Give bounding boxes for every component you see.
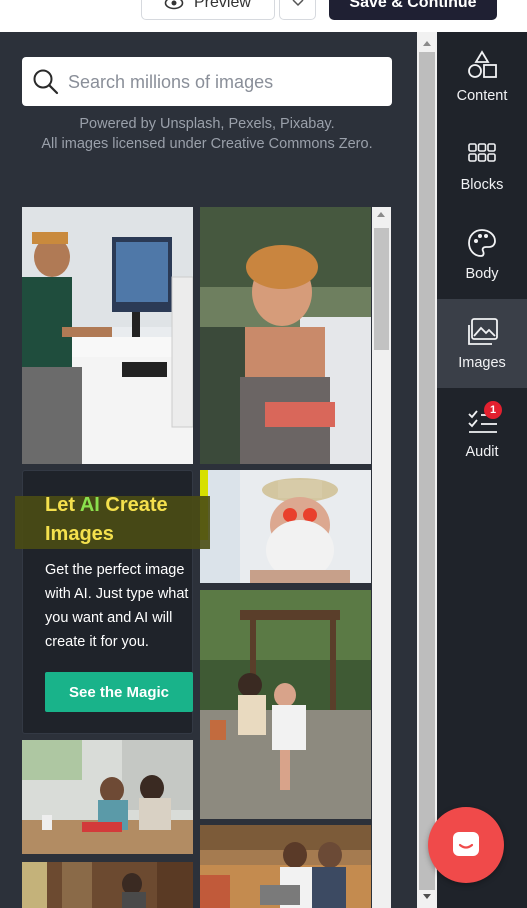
- image-thumbnail: [200, 825, 371, 908]
- scroll-up-arrow-icon[interactable]: [377, 212, 385, 217]
- search-input[interactable]: [66, 65, 386, 99]
- sidebar-label-blocks: Blocks: [460, 177, 504, 193]
- scroll-down-arrow-icon[interactable]: [423, 894, 431, 899]
- panel-scrollbar-thumb[interactable]: [419, 52, 435, 890]
- image-thumbnail: [22, 862, 193, 908]
- preview-button[interactable]: Preview: [141, 0, 275, 20]
- audit-count-badge: 1: [484, 401, 502, 419]
- image-result-3[interactable]: [200, 470, 371, 583]
- chevron-down-icon: [291, 0, 304, 7]
- image-thumbnail: [22, 207, 193, 464]
- sidebar-item-images[interactable]: Images: [437, 299, 527, 388]
- chat-icon: [453, 832, 479, 856]
- preview-options-button[interactable]: [279, 0, 316, 20]
- image-thumbnail: [22, 740, 193, 854]
- image-result-6[interactable]: [200, 825, 371, 908]
- results-scrollbar-thumb[interactable]: [374, 228, 389, 350]
- image-result-2[interactable]: [200, 207, 371, 464]
- scroll-up-arrow-icon[interactable]: [423, 41, 431, 46]
- image-result-5[interactable]: [22, 740, 193, 854]
- image-thumbnail: [200, 590, 371, 819]
- image-thumbnail: [200, 207, 371, 464]
- sidebar-label-audit: Audit: [465, 444, 499, 460]
- palette-icon: [468, 229, 496, 257]
- eye-icon: [164, 0, 184, 10]
- promo-title-part1: Let: [45, 494, 75, 516]
- powered-by-line2: All images licensed under Creative Commo…: [41, 136, 373, 152]
- save-continue-button[interactable]: Save & Continue: [329, 0, 497, 20]
- image-result-4[interactable]: [200, 590, 371, 819]
- sidebar-item-audit[interactable]: 1 Audit: [437, 388, 527, 477]
- blocks-grid-icon: [468, 143, 496, 162]
- powered-by-line1: Powered by Unsplash, Pexels, Pixabay.: [79, 116, 335, 132]
- sidebar-item-body[interactable]: Body: [437, 210, 527, 299]
- see-the-magic-button[interactable]: See the Magic: [45, 672, 193, 712]
- image-thumbnail: [200, 470, 371, 583]
- image-result-1[interactable]: [22, 207, 193, 464]
- image-result-7[interactable]: [22, 862, 193, 908]
- preview-label: Preview: [194, 0, 251, 11]
- sidebar-label-content: Content: [456, 88, 508, 104]
- powered-by-text: Powered by Unsplash, Pexels, Pixabay. Al…: [0, 114, 414, 154]
- chat-launcher-button[interactable]: [428, 807, 504, 883]
- promo-title-ai: AI: [79, 494, 100, 516]
- sidebar-label-images: Images: [458, 355, 506, 371]
- sidebar-item-content[interactable]: Content: [437, 32, 527, 121]
- promo-title: Let AI Create Images: [45, 491, 195, 549]
- results-scrollbar[interactable]: [372, 207, 391, 908]
- images-icon: [468, 318, 498, 345]
- panel-scrollbar[interactable]: [417, 32, 437, 908]
- images-panel: Powered by Unsplash, Pexels, Pixabay. Al…: [0, 32, 417, 908]
- search-icon: [33, 69, 59, 95]
- sidebar-item-blocks[interactable]: Blocks: [437, 121, 527, 210]
- right-sidebar: Content Blocks Body Images 1 Audit: [437, 32, 527, 908]
- top-toolbar: Preview Save & Continue: [0, 0, 527, 32]
- sidebar-label-body: Body: [465, 266, 499, 282]
- search-box: [22, 57, 392, 106]
- shapes-icon: [468, 50, 497, 78]
- ai-promo-card: Let AI Create Images Get the perfect ima…: [15, 470, 210, 734]
- promo-description: Get the perfect image with AI. Just type…: [45, 562, 189, 650]
